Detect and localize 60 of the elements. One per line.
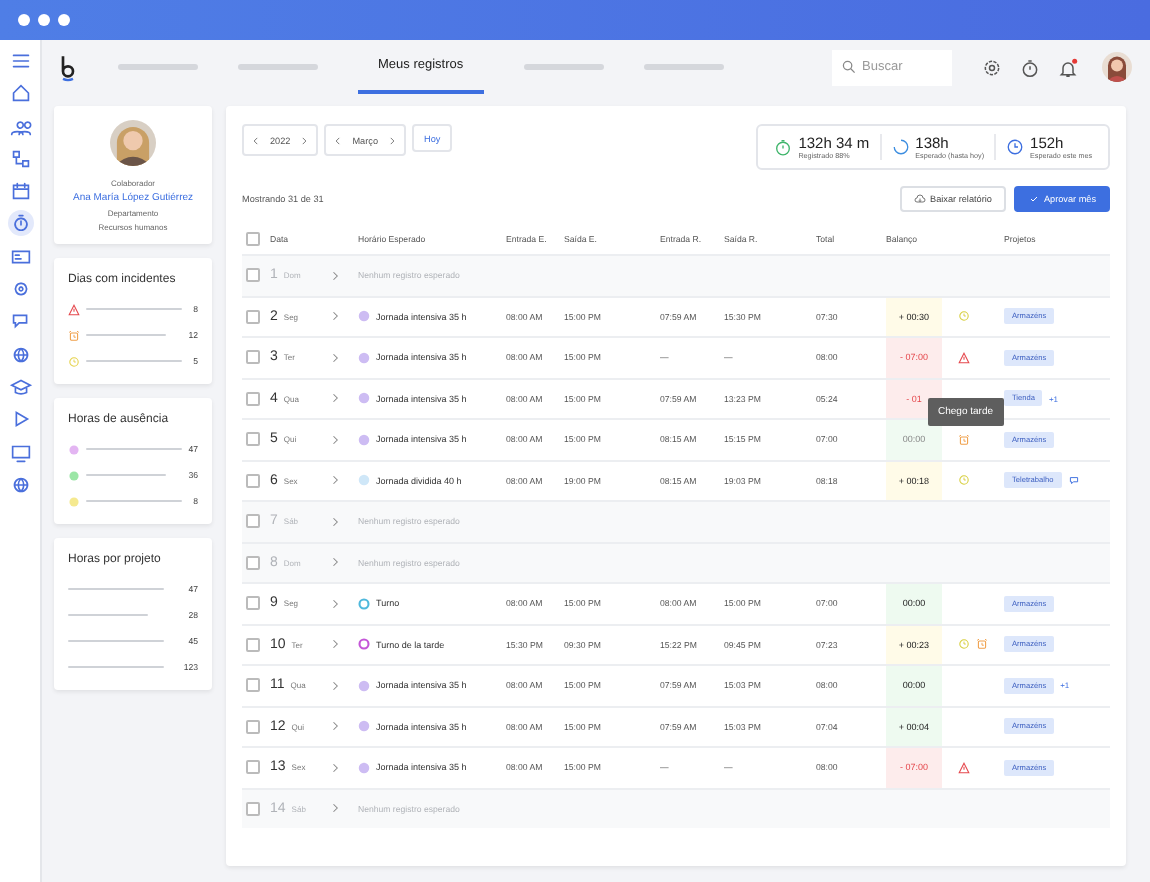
chevron-right-icon[interactable]	[300, 135, 309, 145]
chevron-right-icon[interactable]	[330, 392, 340, 405]
home-icon[interactable]	[7, 80, 33, 107]
clock-icon	[1006, 138, 1025, 156]
chevron-left-icon[interactable]	[334, 135, 343, 145]
row-checkbox[interactable]	[246, 309, 260, 324]
chevron-right-icon[interactable]	[330, 269, 340, 282]
calendar-icon[interactable]	[7, 178, 33, 205]
row-checkbox[interactable]	[246, 760, 260, 775]
chevron-right-icon[interactable]	[330, 720, 340, 733]
row-checkbox[interactable]	[246, 432, 260, 447]
chevron-right-icon[interactable]	[330, 638, 340, 651]
row-checkbox[interactable]	[246, 473, 260, 488]
chevron-right-icon[interactable]	[330, 310, 340, 323]
row-checkbox[interactable]	[246, 596, 260, 611]
row-checkbox[interactable]	[246, 350, 260, 365]
chevron-right-icon[interactable]	[330, 761, 340, 774]
alarm-clock-icon[interactable]	[958, 433, 970, 446]
window-dot-icon	[58, 14, 70, 26]
row-checkbox[interactable]	[246, 719, 260, 734]
chevron-right-icon[interactable]	[330, 351, 340, 364]
comment-icon[interactable]	[1067, 474, 1080, 487]
search-icon	[842, 60, 856, 74]
bell-icon[interactable]	[1058, 57, 1078, 77]
select-all-checkbox[interactable]	[246, 232, 260, 246]
clock-icon	[68, 355, 80, 367]
window-dot-icon	[18, 14, 30, 26]
warning-icon[interactable]	[958, 351, 970, 364]
row-checkbox[interactable]	[246, 637, 260, 652]
clock-icon[interactable]	[958, 474, 970, 487]
window-dot-icon	[38, 14, 50, 26]
row-checkbox[interactable]	[246, 514, 260, 529]
row-checkbox[interactable]	[246, 391, 260, 406]
chevron-right-icon[interactable]	[330, 597, 340, 610]
row-checkbox[interactable]	[246, 801, 260, 816]
stopwatch-icon[interactable]	[1020, 57, 1040, 77]
chevron-right-icon[interactable]	[330, 433, 340, 446]
clock-icon[interactable]	[958, 310, 970, 323]
org-chart-icon[interactable]	[7, 145, 33, 172]
row-checkbox[interactable]	[246, 555, 260, 570]
logo-icon	[58, 53, 78, 81]
alarm-clock-icon	[68, 329, 80, 341]
row-checkbox[interactable]	[246, 678, 260, 693]
chevron-right-icon[interactable]	[388, 135, 396, 145]
chevron-right-icon[interactable]	[330, 556, 340, 569]
chevron-right-icon[interactable]	[330, 515, 340, 528]
warning-icon[interactable]	[958, 761, 970, 774]
settings-icon[interactable]	[982, 57, 1002, 77]
chevron-left-icon[interactable]	[252, 135, 260, 145]
row-checkbox[interactable]	[246, 268, 260, 283]
warning-icon	[68, 303, 80, 315]
stopwatch-icon	[774, 138, 793, 156]
alarm-clock-icon[interactable]	[976, 638, 988, 651]
chevron-right-icon[interactable]	[330, 679, 340, 692]
chevron-right-icon[interactable]	[330, 474, 340, 487]
circular-progress-icon	[891, 138, 910, 156]
cloud-download-icon	[914, 194, 927, 204]
stopwatch-icon[interactable]	[7, 210, 33, 237]
clock-icon[interactable]	[958, 638, 970, 651]
chevron-right-icon[interactable]	[330, 802, 340, 815]
